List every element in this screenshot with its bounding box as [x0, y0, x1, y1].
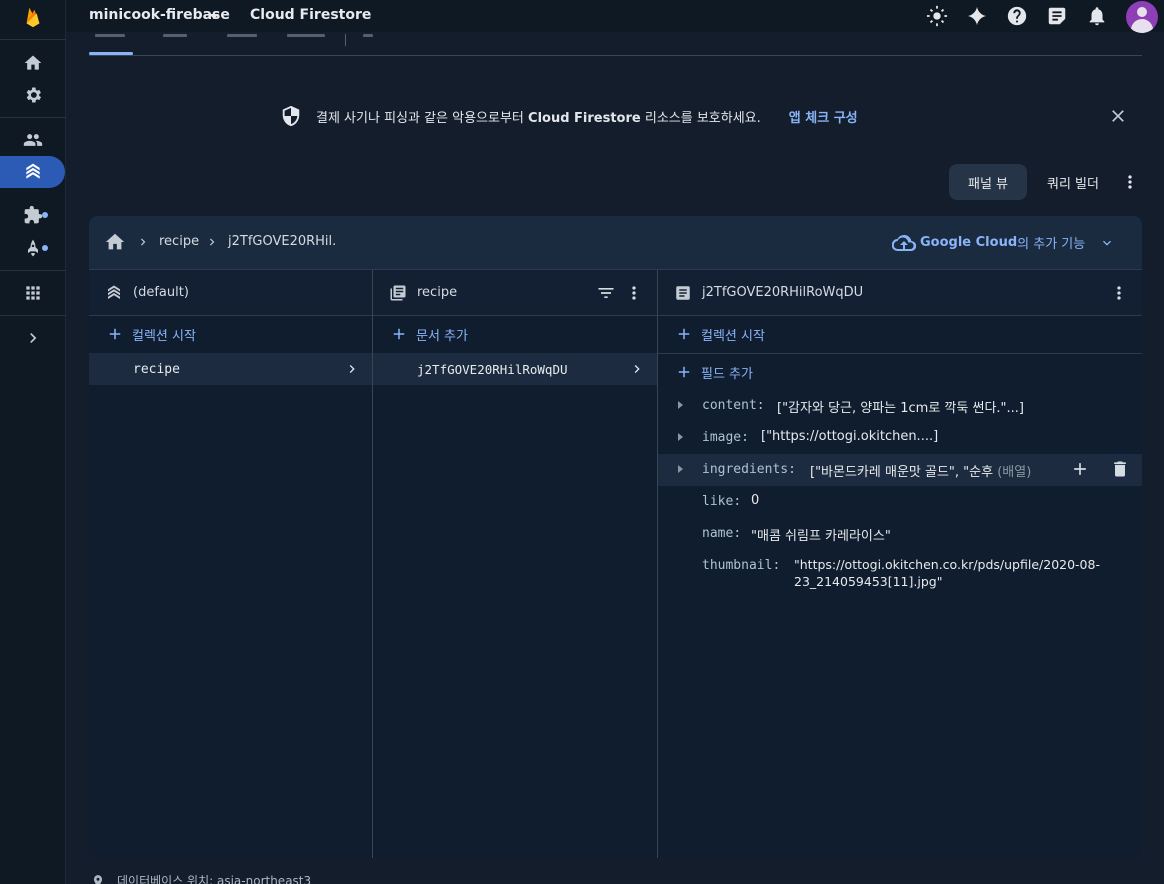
field-key: name: [702, 526, 742, 541]
add-icon [106, 325, 124, 343]
collection-icon [389, 284, 407, 302]
launch-icon[interactable] [0, 233, 66, 263]
field-value: ["바몬드카레 매운맛 골드", "순후 (배열) [810, 465, 1032, 480]
home-icon[interactable] [104, 231, 126, 253]
theme-icon[interactable] [925, 4, 949, 28]
field-row-thumbnail[interactable]: thumbnail: "https://ottogi.okitchen.co.k… [658, 550, 1142, 598]
list-item[interactable]: recipe [89, 353, 372, 385]
document-icon [674, 284, 692, 302]
field-type: (배열) [997, 465, 1032, 480]
configure-app-check-link[interactable]: 앱 체크 구성 [789, 107, 858, 126]
active-tab-indicator [89, 52, 133, 55]
more-vert-icon[interactable] [1120, 171, 1140, 193]
expand-icon[interactable] [0, 323, 66, 353]
field-value: "매콤 쉬림프 카레라이스" [751, 529, 891, 544]
more-vert-icon[interactable] [1108, 282, 1130, 304]
breadcrumb-collection[interactable]: recipe [159, 234, 199, 249]
field-row-name[interactable]: name: "매콤 쉬림프 카레라이스" [658, 518, 1142, 550]
field-key: thumbnail: [702, 558, 781, 573]
left-nav-rail [0, 0, 66, 884]
breadcrumb: recipe j2TfGOVE20RHil. Google Cloud 의 추가 … [89, 216, 1142, 270]
expand-arrow-icon[interactable] [678, 433, 683, 441]
google-cloud-features-link[interactable]: Google Cloud 의 추가 기능 [892, 233, 1085, 252]
field-value: "https://ottogi.okitchen.co.kr/pds/upfil… [794, 557, 1100, 572]
field-row-like[interactable]: like: 0 [658, 486, 1142, 518]
add-icon [390, 325, 408, 343]
help-icon[interactable] [1005, 4, 1029, 28]
field-value: 0 [751, 493, 760, 508]
add-icon [675, 363, 693, 381]
add-icon[interactable] [1070, 459, 1092, 481]
document-column: j2TfGOVE20RHilRoWqDU 컬렉션 시작 필드 추가 conten… [658, 270, 1142, 858]
firestore-tab-strip [89, 32, 1142, 56]
account-avatar[interactable] [1126, 1, 1158, 33]
settings-icon[interactable] [0, 80, 66, 110]
feedback-icon[interactable] [1045, 4, 1069, 28]
panel-view-button[interactable]: 패널 뷰 [949, 164, 1027, 200]
firestore-icon[interactable] [0, 156, 65, 188]
notifications-icon[interactable] [1085, 4, 1109, 28]
start-collection-button[interactable]: 컬렉션 시작 [89, 316, 372, 352]
database-location: 데이터베이스 위치: asia-northeast3 [91, 872, 311, 884]
query-builder-button[interactable]: 쿼리 빌더 [1034, 164, 1112, 200]
gemini-sparkle-icon[interactable] [965, 4, 989, 28]
firestore-icon [105, 284, 123, 302]
database-column-header: (default) [89, 270, 372, 316]
product-title: Cloud Firestore [250, 7, 372, 23]
collection-column: recipe 문서 추가 j2TfGOVE20RHilRoWqDU [373, 270, 657, 858]
cloud-icon [892, 234, 916, 251]
collection-column-header: recipe [373, 270, 657, 316]
shield-icon [282, 105, 300, 127]
chevron-right-icon [205, 235, 219, 249]
chevron-right-icon [136, 235, 150, 249]
chevron-right-icon [629, 361, 645, 377]
add-document-button[interactable]: 문서 추가 [373, 316, 657, 352]
expand-arrow-icon[interactable] [678, 401, 683, 409]
more-vert-icon[interactable] [623, 282, 645, 304]
field-row-ingredients[interactable]: ingredients: ["바몬드카레 매운맛 골드", "순후 (배열) [658, 454, 1142, 486]
list-item[interactable]: j2TfGOVE20RHilRoWqDU [373, 353, 657, 385]
field-key: image: [702, 430, 749, 445]
field-key: like: [702, 494, 742, 509]
close-icon[interactable] [1106, 104, 1130, 128]
users-icon[interactable] [0, 125, 66, 155]
add-field-button[interactable]: 필드 추가 [658, 354, 1142, 390]
banner-message: 결제 사기나 피싱과 같은 악용으로부터 Cloud Firestore 리소스… [316, 110, 761, 126]
filter-icon[interactable] [595, 282, 617, 304]
delete-icon[interactable] [1110, 459, 1132, 481]
field-value: ["https://ottogi.okitchen....] [761, 429, 939, 444]
field-row-image[interactable]: image: ["https://ottogi.okitchen....] [658, 422, 1142, 454]
database-column: (default) 컬렉션 시작 recipe [89, 270, 372, 858]
document-column-header: j2TfGOVE20RHilRoWqDU [658, 270, 1142, 316]
field-value-wrap: 23_214059453[11].jpg" [794, 574, 943, 589]
add-icon [675, 325, 693, 343]
field-row-content[interactable]: content: ["감자와 당근, 양파는 1cm로 깍둑 썬다."...] [658, 390, 1142, 422]
location-pin-icon [93, 874, 103, 884]
database-name: (default) [133, 285, 189, 300]
chevron-right-icon [344, 361, 360, 377]
chevron-down-icon[interactable] [1099, 235, 1115, 251]
breadcrumb-document[interactable]: j2TfGOVE20RHil. [228, 234, 336, 249]
start-collection-button[interactable]: 컬렉션 시작 [658, 316, 1142, 352]
field-value: ["감자와 당근, 양파는 1cm로 깍둑 썬다."...] [777, 401, 1024, 416]
field-key: content: [702, 398, 765, 413]
top-bar: minicook-firebase Cloud Firestore [66, 0, 1164, 33]
apps-grid-icon[interactable] [0, 278, 66, 308]
data-panel: recipe j2TfGOVE20RHil. Google Cloud 의 추가 … [89, 216, 1142, 858]
collection-name: recipe [417, 285, 458, 300]
project-dropdown-icon[interactable] [209, 14, 219, 19]
firebase-logo-icon[interactable] [0, 2, 66, 32]
app-check-banner: 결제 사기나 피싱과 같은 악용으로부터 Cloud Firestore 리소스… [280, 104, 858, 128]
document-id: j2TfGOVE20RHilRoWqDU [702, 285, 864, 300]
home-icon[interactable] [0, 48, 66, 78]
expand-arrow-icon[interactable] [678, 465, 683, 473]
extensions-icon[interactable] [0, 200, 66, 230]
field-key: ingredients: [702, 462, 796, 477]
